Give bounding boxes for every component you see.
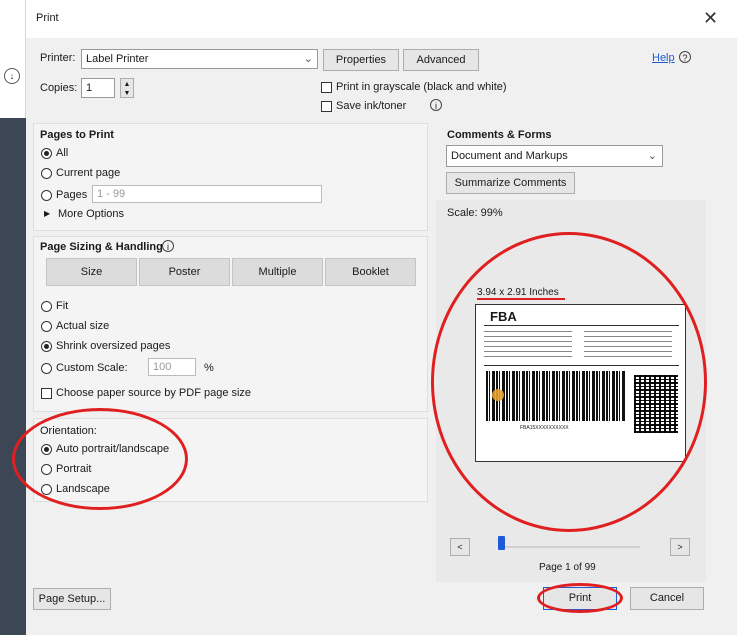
comments-forms-heading: Comments & Forms xyxy=(447,129,552,141)
copies-input[interactable]: 1 xyxy=(81,78,115,98)
paper-source-checkbox[interactable] xyxy=(41,388,52,399)
pages-radio[interactable] xyxy=(41,190,52,201)
chevron-down-icon: ⌄ xyxy=(303,53,313,65)
close-icon[interactable]: ✕ xyxy=(703,8,718,29)
page-slider-track[interactable] xyxy=(500,546,640,548)
page-info: Page 1 of 99 xyxy=(539,562,596,573)
pages-to-print-heading: Pages to Print xyxy=(40,129,114,141)
info-icon[interactable]: i xyxy=(430,99,442,111)
comments-value: Document and Markups xyxy=(451,150,568,162)
orientation-highlight-circle xyxy=(12,408,188,510)
chevron-down-icon: ⌄ xyxy=(647,150,657,162)
help-icon[interactable]: ? xyxy=(679,51,691,63)
printer-label: Printer: xyxy=(40,52,76,64)
custom-scale-radio[interactable] xyxy=(41,363,52,374)
current-page-radio[interactable] xyxy=(41,168,52,179)
prev-page-button[interactable]: < xyxy=(450,538,470,556)
custom-scale-unit: % xyxy=(204,362,214,374)
page-setup-button[interactable]: Page Setup... xyxy=(33,588,111,610)
actual-size-radio[interactable] xyxy=(41,321,52,332)
next-page-button[interactable]: > xyxy=(670,538,690,556)
copies-stepper[interactable]: ▲ ▼ xyxy=(120,78,134,98)
grayscale-label: Print in grayscale (black and white) xyxy=(336,81,507,93)
advanced-button[interactable]: Advanced xyxy=(403,49,479,71)
current-page-label: Current page xyxy=(56,167,121,179)
sizing-info-icon[interactable]: i xyxy=(162,240,174,252)
dialog-title: Print xyxy=(36,12,59,24)
properties-button[interactable]: Properties xyxy=(323,49,399,71)
download-icon[interactable]: ↓ xyxy=(4,68,20,84)
left-strip: ↓ xyxy=(0,0,26,635)
save-ink-label: Save ink/toner xyxy=(336,100,407,112)
custom-scale-input[interactable]: 100 xyxy=(148,358,196,376)
booklet-button[interactable]: Booklet xyxy=(325,258,416,286)
title-bar xyxy=(26,0,737,38)
fit-radio[interactable] xyxy=(41,301,52,312)
shrink-oversized-radio[interactable] xyxy=(41,341,52,352)
more-options-link[interactable]: More Options xyxy=(58,208,124,220)
page-sizing-heading: Page Sizing & Handling xyxy=(40,241,163,253)
shrink-oversized-label: Shrink oversized pages xyxy=(56,340,171,352)
preview-scale: Scale: 99% xyxy=(447,207,503,219)
page-slider-thumb[interactable] xyxy=(498,536,505,550)
fit-label: Fit xyxy=(56,300,69,312)
print-highlight-circle xyxy=(537,583,623,613)
paper-source-label: Choose paper source by PDF page size xyxy=(56,387,252,399)
printer-select[interactable]: Label Printer ⌄ xyxy=(81,49,318,69)
expand-triangle-icon[interactable]: ▶ xyxy=(44,209,50,218)
all-radio[interactable] xyxy=(41,148,52,159)
poster-button[interactable]: Poster xyxy=(139,258,230,286)
cancel-button[interactable]: Cancel xyxy=(630,587,704,610)
custom-scale-label: Custom Scale: xyxy=(56,362,128,374)
printer-value: Label Printer xyxy=(86,53,149,65)
actual-size-label: Actual size xyxy=(56,320,110,332)
multiple-button[interactable]: Multiple xyxy=(232,258,323,286)
summarize-comments-button[interactable]: Summarize Comments xyxy=(446,172,575,194)
left-strip-dark-area xyxy=(0,118,26,635)
size-button[interactable]: Size xyxy=(46,258,137,286)
all-label: All xyxy=(56,147,69,159)
comments-select[interactable]: Document and Markups ⌄ xyxy=(446,145,663,167)
grayscale-checkbox[interactable] xyxy=(321,82,332,93)
help-link[interactable]: Help xyxy=(652,52,675,64)
save-ink-checkbox[interactable] xyxy=(321,101,332,112)
pages-range-input[interactable]: 1 - 99 xyxy=(92,185,322,203)
pages-label: Pages xyxy=(56,189,88,201)
copies-label: Copies: xyxy=(40,82,78,94)
preview-highlight-circle xyxy=(431,232,707,532)
